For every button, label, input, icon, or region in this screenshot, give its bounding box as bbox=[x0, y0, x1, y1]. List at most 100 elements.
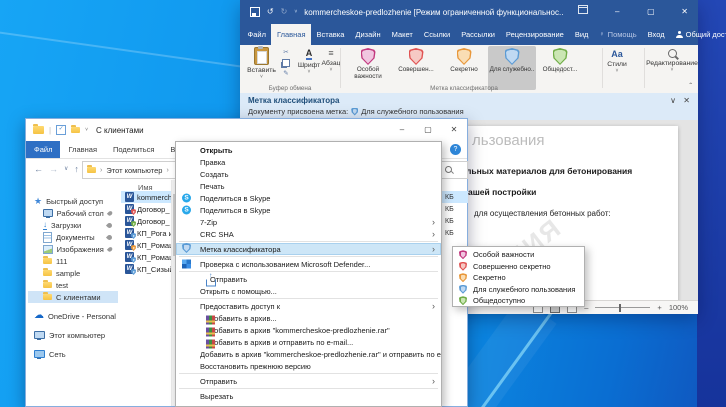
menu-item-classifier-label[interactable]: Метка классификатора › bbox=[176, 243, 441, 255]
menu-item-send-to[interactable]: Отправить › bbox=[176, 375, 441, 387]
submenu-arrow-icon: › bbox=[432, 244, 435, 254]
menu-item-defender-scan[interactable]: Проверка с использованием Microsoft Defe… bbox=[176, 258, 441, 270]
menu-item-add-to-archive-named[interactable]: Добавить в архив "kommercheskoe-predlozh… bbox=[176, 324, 441, 336]
zoom-in-icon[interactable]: + bbox=[657, 303, 661, 312]
qat-customize-icon[interactable]: ˅ bbox=[294, 9, 297, 15]
menu-item-open[interactable]: Открыть bbox=[176, 144, 441, 156]
menu-item-crc-sha[interactable]: CRC SHA › bbox=[176, 228, 441, 240]
help-icon[interactable]: ? bbox=[450, 144, 461, 155]
group-label-classifier: Метка классификатора bbox=[430, 85, 498, 92]
submenu-item-sekretno[interactable]: Секретно bbox=[453, 272, 584, 284]
maximize-button[interactable]: ▢ bbox=[415, 119, 441, 141]
menu-item-new[interactable]: Создать bbox=[176, 168, 441, 180]
label-button-obshchedostupno[interactable]: Общедост... bbox=[536, 46, 584, 90]
star-icon: ★ bbox=[34, 195, 43, 206]
menu-item-archive-and-email[interactable]: Добавить в архив и отправить по e-mail..… bbox=[176, 336, 441, 348]
menu-item-print[interactable]: Печать bbox=[176, 180, 441, 192]
menu-item-cut[interactable]: Вырезать bbox=[176, 390, 441, 402]
zoom-level[interactable]: 100% bbox=[669, 303, 688, 312]
tab-file[interactable]: Файл bbox=[26, 141, 61, 158]
tab-insert[interactable]: Вставка bbox=[311, 24, 350, 45]
menu-item-edit[interactable]: Правка bbox=[176, 156, 441, 168]
breadcrumb[interactable]: Этот компьютер bbox=[106, 166, 162, 175]
label-button-sovershenno-sekretno[interactable]: Совершен... bbox=[392, 46, 440, 90]
tab-home[interactable]: Главная bbox=[60, 141, 105, 158]
tab-layout[interactable]: Макет bbox=[386, 24, 418, 45]
minimize-button[interactable]: – bbox=[389, 119, 415, 141]
menu-item-restore-previous-version[interactable]: Восстановить прежнюю версию bbox=[176, 360, 441, 372]
close-button[interactable]: ✕ bbox=[441, 119, 467, 141]
tab-share[interactable]: Поделиться bbox=[105, 141, 162, 158]
cut-icon[interactable]: ✂ bbox=[283, 49, 288, 56]
tab-review[interactable]: Рецензирование bbox=[500, 24, 569, 45]
menu-item-share-skype[interactable]: S Поделиться в Skype bbox=[176, 192, 441, 204]
info-bar-dropdown-icon[interactable]: ∨ bbox=[670, 96, 676, 105]
sidebar-item-onedrive[interactable]: ☁ OneDrive - Personal bbox=[28, 310, 118, 322]
tab-view[interactable]: Вид bbox=[569, 24, 594, 45]
paragraph-button[interactable]: ≡ Абзац ˅ bbox=[320, 49, 342, 74]
paste-button[interactable]: Вставить ˅ bbox=[245, 46, 278, 80]
submenu-item-obshchedostupno[interactable]: Общедоступно bbox=[453, 295, 584, 307]
new-folder-icon[interactable] bbox=[71, 125, 81, 133]
undo-icon[interactable]: ↺ bbox=[267, 0, 274, 24]
sidebar-item-desktop[interactable]: Рабочий стол bbox=[28, 207, 118, 219]
menu-item-give-access[interactable]: Предоставить доступ к › bbox=[176, 300, 441, 312]
collapse-ribbon-icon[interactable]: ˆ bbox=[689, 82, 692, 91]
word-file-icon: W bbox=[125, 204, 136, 215]
forward-icon[interactable]: → bbox=[49, 164, 58, 174]
tab-references[interactable]: Ссылки bbox=[418, 24, 455, 45]
submenu-item-sovershenno-sekretno[interactable]: Совершенно секретно bbox=[453, 261, 584, 273]
submenu-item-osoboy-vazhnosti[interactable]: Особой важности bbox=[453, 249, 584, 261]
sidebar-item-documents[interactable]: Документы bbox=[28, 231, 118, 243]
sidebar-item-test[interactable]: test bbox=[28, 279, 118, 291]
sidebar-item-sample[interactable]: sample bbox=[28, 267, 118, 279]
sidebar-item-network[interactable]: Сеть bbox=[28, 348, 118, 360]
label-button-sekretno[interactable]: Секретно bbox=[440, 46, 488, 90]
sidebar-item-s-klientami[interactable]: С клиентами bbox=[28, 291, 118, 303]
ribbon-display-options-icon[interactable] bbox=[578, 5, 589, 14]
recent-locations-icon[interactable]: ∨ bbox=[64, 164, 68, 174]
search-input[interactable] bbox=[440, 161, 468, 179]
tab-signin[interactable]: Вход bbox=[642, 24, 670, 45]
zoom-slider[interactable] bbox=[595, 303, 651, 312]
sidebar-item-111[interactable]: 111 bbox=[28, 255, 118, 267]
styles-button[interactable]: Aa Стили ˅ bbox=[606, 49, 628, 74]
zoom-slider-thumb[interactable] bbox=[619, 303, 622, 312]
qat-customize-icon[interactable]: ˅ bbox=[85, 127, 88, 133]
submenu-item-dlya-sluzhebnogo[interactable]: Для служебного пользования bbox=[453, 284, 584, 296]
font-button[interactable]: А Шрифт ˅ bbox=[298, 49, 320, 76]
tab-design[interactable]: Дизайн bbox=[350, 24, 386, 45]
shield-icon bbox=[182, 243, 191, 253]
editing-button[interactable]: Редактирование ˅ bbox=[646, 49, 698, 73]
back-icon[interactable]: ← bbox=[34, 164, 43, 174]
sidebar-item-quick-access[interactable]: ★ Быстрый доступ bbox=[28, 195, 118, 207]
save-icon[interactable] bbox=[250, 7, 260, 17]
properties-icon[interactable]: ✓ bbox=[56, 125, 67, 135]
menu-item-archive-named-and-email[interactable]: Добавить в архив "kommercheskoe-predlozh… bbox=[176, 348, 441, 360]
sidebar-item-pictures[interactable]: Изображения bbox=[28, 243, 118, 255]
tab-file[interactable]: Файл bbox=[242, 24, 271, 45]
format-painter-icon[interactable]: ✎ bbox=[283, 70, 288, 77]
explorer-window-title: С клиентами bbox=[96, 125, 144, 135]
minimize-button[interactable]: – bbox=[604, 0, 631, 24]
close-button[interactable]: ✕ bbox=[671, 0, 698, 24]
tab-mailings[interactable]: Рассылки bbox=[456, 24, 501, 45]
redo-icon[interactable]: ↻ bbox=[281, 0, 288, 24]
tab-share[interactable]: Общий доступ bbox=[670, 24, 726, 45]
menu-item-7zip[interactable]: 7-Zip › bbox=[176, 216, 441, 228]
menu-item-open-with[interactable]: Открыть с помощью... bbox=[176, 285, 441, 297]
sidebar-item-downloads[interactable]: ↓ Загрузки bbox=[28, 219, 118, 231]
sidebar-item-this-pc[interactable]: Этот компьютер bbox=[28, 329, 118, 341]
maximize-button[interactable]: ▢ bbox=[638, 0, 665, 24]
tab-home[interactable]: Главная bbox=[271, 24, 311, 45]
label-button-osoboy-vazhnosti[interactable]: Особой важности bbox=[344, 46, 392, 90]
copy-icon[interactable] bbox=[282, 59, 290, 67]
tab-help[interactable]: ♀ Помощь bbox=[594, 24, 642, 45]
up-icon[interactable]: ↑ bbox=[74, 164, 79, 174]
menu-item-share-skype[interactable]: S Поделиться в Skype bbox=[176, 204, 441, 216]
label-button-dlya-sluzhebnogo[interactable]: Для служебно.. bbox=[488, 46, 536, 90]
menu-item-share[interactable]: Отправить bbox=[176, 273, 441, 287]
pin-icon bbox=[105, 233, 114, 241]
menu-item-add-to-archive[interactable]: Добавить в архив... bbox=[176, 312, 441, 324]
info-bar-close-icon[interactable]: ✕ bbox=[683, 96, 690, 105]
